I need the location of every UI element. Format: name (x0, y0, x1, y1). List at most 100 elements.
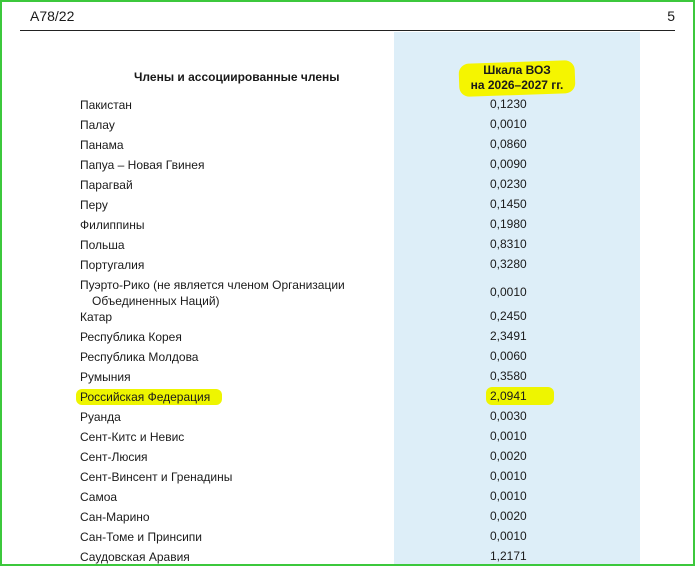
member-name: Сент-Люсия (80, 449, 148, 465)
page-number: 5 (667, 8, 675, 24)
table-row: Сент-Винсент и Гренадины 0,0010 (2, 466, 693, 486)
member-name: Руанда (80, 409, 121, 425)
member-name-line: Российская Федерация (80, 390, 211, 404)
member-name-line: Сан-Томе и Принсипи (80, 530, 202, 544)
scale-value: 0,0030 (490, 409, 527, 423)
scale-value: 0,1450 (490, 197, 527, 211)
member-name-line: Парагвай (80, 178, 133, 192)
member-name-line: Палау (80, 118, 115, 132)
member-name: Филиппины (80, 217, 144, 233)
member-name: Пуэрто-Рико (не является членом Организа… (80, 277, 345, 309)
member-name-line: Республика Молдова (80, 350, 199, 364)
member-name: Саудовская Аравия (80, 549, 190, 564)
member-name-line: Саудовская Аравия (80, 550, 190, 564)
member-name: Польша (80, 237, 125, 253)
member-name-line: Панама (80, 138, 124, 152)
scale-value: 0,0860 (490, 137, 527, 151)
scale-value: 0,2450 (490, 309, 527, 323)
table-row: Руанда 0,0030 (2, 406, 693, 426)
table-row: Сан-Марино 0,0020 (2, 506, 693, 526)
table-row: Португалия 0,3280 (2, 254, 693, 274)
member-name-line: Республика Корея (80, 330, 182, 344)
member-name-line: Сент-Китс и Невис (80, 430, 185, 444)
member-name-line: Самоа (80, 490, 118, 504)
member-name: Парагвай (80, 177, 133, 193)
table-row: Папуа – Новая Гвинея 0,0090 (2, 154, 693, 174)
scale-value: 0,0010 (490, 285, 527, 299)
scale-value: 0,0010 (490, 429, 527, 443)
member-name: Румыния (80, 369, 131, 385)
member-name: Панама (80, 137, 124, 153)
document-page: A78/22 5 Члены и ассоциированные члены Ш… (0, 0, 695, 566)
scale-header-line1: Шкала ВОЗ (483, 63, 551, 77)
scale-value: 0,1230 (490, 97, 527, 111)
scale-value: 0,0090 (490, 157, 527, 171)
member-name-line: Польша (80, 238, 125, 252)
table-row: Пакистан 0,1230 (2, 94, 693, 114)
member-name: Республика Молдова (80, 349, 198, 365)
table-row: Перу 0,1450 (2, 194, 693, 214)
scale-value: 0,3280 (490, 257, 527, 271)
table-row: Сент-Люсия 0,0020 (2, 446, 693, 466)
member-name-line: Румыния (80, 370, 131, 384)
scale-value: 1,2171 (490, 549, 527, 563)
table-row: Палау 0,0010 (2, 114, 693, 134)
member-name: Португалия (80, 257, 144, 273)
scale-value: 0,0020 (490, 449, 527, 463)
member-name: Республика Корея (80, 329, 182, 345)
member-name: Сент-Китс и Невис (80, 429, 184, 445)
scale-value: 0,0060 (490, 349, 527, 363)
member-name-line: Папуа – Новая Гвинея (80, 158, 205, 172)
table-row: Сан-Томе и Принсипи 0,0010 (2, 526, 693, 546)
table-row: Панама 0,0860 (2, 134, 693, 154)
scale-value: 0,0230 (490, 177, 527, 191)
table-row: Самоа 0,0010 (2, 486, 693, 506)
member-name-line: Сан-Марино (80, 510, 150, 524)
member-name: Палау (80, 117, 115, 133)
table-row: Пуэрто-Рико (не является членом Организа… (2, 274, 693, 309)
table-row: Республика Корея 2,3491 (2, 326, 693, 346)
scale-column-header: Шкала ВОЗ на 2026–2027 гг. (462, 63, 572, 93)
member-name: Папуа – Новая Гвинея (80, 157, 204, 173)
members-column-header: Члены и ассоциированные члены (134, 70, 340, 84)
scale-value: 0,8310 (490, 237, 527, 251)
member-name: Сан-Марино (80, 509, 150, 525)
member-name: Сент-Винсент и Гренадины (80, 469, 232, 485)
scale-value: 0,0010 (490, 489, 527, 503)
member-name: Российская Федерация (80, 389, 210, 405)
table-row: Саудовская Аравия 1,2171 (2, 546, 693, 564)
member-name-line: Филиппины (80, 218, 145, 232)
scale-value: 0,0010 (490, 469, 527, 483)
scale-value: 0,0020 (490, 509, 527, 523)
member-name-line: Пакистан (80, 98, 132, 112)
member-name-line: Руанда (80, 410, 121, 424)
member-name-line: Сент-Люсия (80, 450, 148, 464)
table-row: Польша 0,8310 (2, 234, 693, 254)
member-name: Катар (80, 309, 112, 325)
member-name: Сан-Томе и Принсипи (80, 529, 202, 545)
scale-value: 0,1980 (490, 217, 527, 231)
table-row: Сент-Китс и Невис 0,0010 (2, 426, 693, 446)
scale-value: 0,0010 (490, 117, 527, 131)
member-name-line: Перу (80, 198, 108, 212)
scale-value: 0,3580 (490, 369, 527, 383)
member-name: Самоа (80, 489, 117, 505)
member-name: Перу (80, 197, 108, 213)
document-code: A78/22 (30, 8, 75, 24)
table-row: Румыния 0,3580 (2, 366, 693, 386)
scale-value: 2,0941 (490, 389, 527, 403)
table-row: Российская Федерация 2,0941 (2, 386, 693, 406)
scale-value: 2,3491 (490, 329, 527, 343)
scale-value: 0,0010 (490, 529, 527, 543)
header-rule (20, 30, 675, 31)
member-name: Пакистан (80, 97, 132, 113)
table-row: Парагвай 0,0230 (2, 174, 693, 194)
member-name-line: Португалия (80, 258, 145, 272)
scale-header-line2: на 2026–2027 гг. (470, 78, 564, 92)
member-name-line: Пуэрто-Рико (не является членом Организа… (80, 278, 345, 292)
member-name-line: Катар (80, 310, 113, 324)
table-row: Катар 0,2450 (2, 306, 693, 326)
member-name-line: Сент-Винсент и Гренадины (80, 470, 233, 484)
table-row: Филиппины 0,1980 (2, 214, 693, 234)
table-row: Республика Молдова 0,0060 (2, 346, 693, 366)
